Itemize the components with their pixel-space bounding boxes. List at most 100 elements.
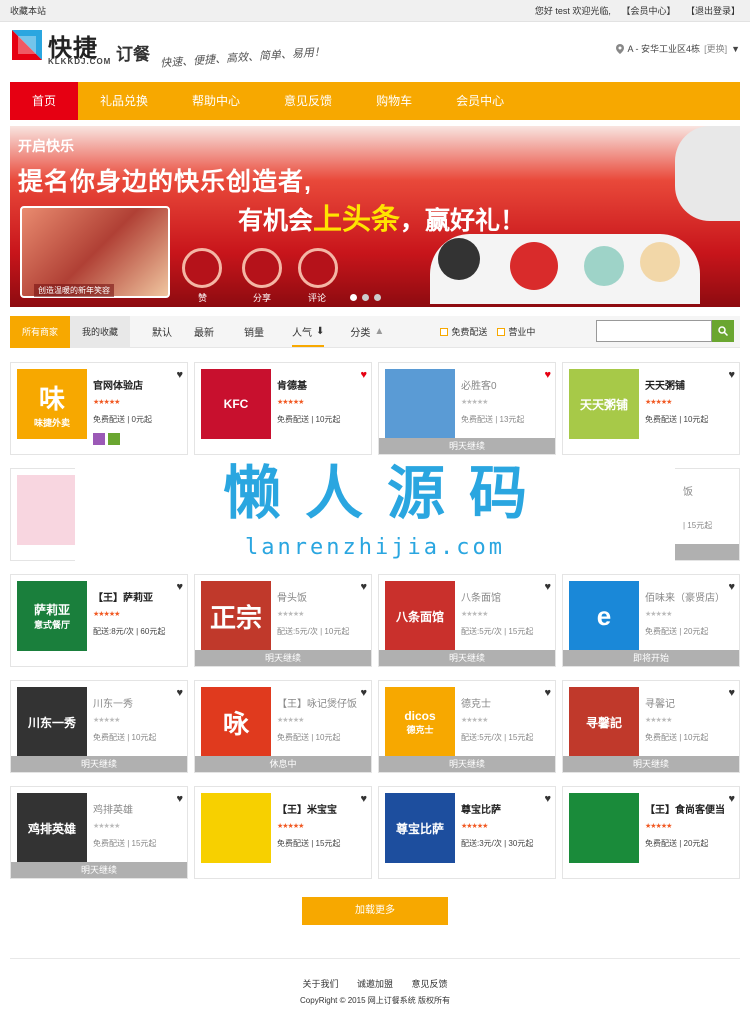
tab-all-shops[interactable]: 所有商家 bbox=[10, 315, 71, 348]
nav-help-center[interactable]: 帮助中心 bbox=[170, 82, 262, 120]
shop-name[interactable]: 【王】萨莉亚 bbox=[93, 589, 153, 604]
favorite-heart-icon[interactable]: ♥ bbox=[544, 581, 551, 593]
shop-card[interactable]: 寻馨記 寻馨记 ★★★★★ 免费配送 | 10元起 ♥ 明天继续 bbox=[562, 680, 740, 773]
nav-member-center[interactable]: 会员中心 bbox=[434, 82, 526, 120]
shop-card[interactable]: KFC 肯德基 ★★★★★ 免费配送 | 10元起 ♥ bbox=[194, 362, 372, 455]
location-selector[interactable]: A - 安华工业区4栋 [更换] ▼ bbox=[615, 42, 740, 55]
pager-dot[interactable] bbox=[350, 294, 357, 301]
favorite-heart-icon[interactable]: ♥ bbox=[728, 793, 735, 805]
like-label: 赞 bbox=[198, 293, 208, 303]
main-nav: 首页 礼品兑换 帮助中心 意见反馈 购物车 会员中心 bbox=[10, 82, 740, 120]
shop-card[interactable]: 川东一秀 川东一秀 ★★★★★ 免费配送 | 10元起 ♥ 明天继续 bbox=[10, 680, 188, 773]
shop-card[interactable]: e 佰味来（豪贤店） ★★★★★ 免费配送 | 20元起 ♥ 即将开始 bbox=[562, 574, 740, 667]
shop-card[interactable]: 八条面馆 八条面馆 ★★★★★ 配送:5元/次 | 15元起 ♥ 明天继续 bbox=[378, 574, 556, 667]
favorite-heart-icon[interactable]: ♥ bbox=[360, 793, 367, 805]
pager-dot[interactable] bbox=[362, 294, 369, 301]
tab-favorites[interactable]: 我的收藏 bbox=[70, 315, 131, 348]
banner-pager[interactable] bbox=[350, 294, 381, 301]
rating-stars-icon: ★★★★★ bbox=[645, 717, 672, 724]
member-center-link[interactable]: 【会员中心】 bbox=[621, 6, 675, 16]
nav-gift-exchange[interactable]: 礼品兑换 bbox=[78, 82, 170, 120]
comment-icon bbox=[298, 248, 338, 288]
sort-popularity[interactable]: 人气 ⬇ bbox=[292, 324, 325, 347]
nav-cart[interactable]: 购物车 bbox=[354, 82, 434, 120]
shop-logo: 咏 bbox=[201, 687, 271, 757]
shop-delivery-info: 配送:5元/次 | 15元起 bbox=[461, 733, 534, 742]
shop-logo-subtext: 意式餐厅 bbox=[33, 620, 70, 630]
search-button[interactable] bbox=[712, 320, 734, 342]
rating-stars-icon: ★★★★★ bbox=[93, 717, 120, 724]
favorite-heart-icon[interactable]: ♥ bbox=[728, 581, 735, 593]
open-now-checkbox[interactable]: 营业中 bbox=[497, 325, 535, 338]
caret-up-icon: ▲ bbox=[374, 326, 385, 337]
nav-home[interactable]: 首页 bbox=[10, 82, 79, 120]
bookmark-link[interactable]: 收藏本站 bbox=[10, 4, 46, 17]
favorite-heart-icon[interactable]: ♥ bbox=[544, 793, 551, 805]
favorite-heart-icon[interactable]: ♥ bbox=[728, 369, 735, 381]
shop-logo bbox=[385, 369, 455, 439]
shop-card[interactable]: 天天粥铺 天天粥铺 ★★★★★ 免费配送 | 10元起 ♥ bbox=[562, 362, 740, 455]
footer-link-about[interactable]: 关于我们 bbox=[302, 979, 338, 989]
shop-name[interactable]: 天天粥铺 bbox=[645, 377, 685, 392]
shop-status-banner: 明天继续 bbox=[563, 756, 739, 772]
shop-name[interactable]: 德克士 bbox=[461, 695, 491, 710]
shop-name[interactable]: 佰味来（豪贤店） bbox=[645, 589, 725, 604]
shop-delivery-info: 免费配送 | 15元起 bbox=[277, 839, 341, 848]
shop-card[interactable]: 萨莉亚 意式餐厅 【王】萨莉亚 ★★★★★ 配送:8元/次 | 60元起 ♥ bbox=[10, 574, 188, 667]
shop-card[interactable]: 必胜客0 ★★★★★ 免费配送 | 13元起 ♥ 明天继续 bbox=[378, 362, 556, 455]
search-input[interactable] bbox=[596, 320, 712, 342]
pager-dot[interactable] bbox=[374, 294, 381, 301]
shop-name[interactable]: 【王】食尚客便当 bbox=[645, 801, 725, 816]
favorite-heart-icon[interactable]: ♥ bbox=[176, 581, 183, 593]
shop-card[interactable]: 【王】食尚客便当 ★★★★★ 免费配送 | 20元起 ♥ bbox=[562, 786, 740, 879]
shop-name[interactable]: 寻馨记 bbox=[645, 695, 675, 710]
shop-card[interactable]: 正宗 骨头饭 ★★★★★ 配送:5元/次 | 10元起 ♥ 明天继续 bbox=[194, 574, 372, 667]
load-more-button[interactable]: 加载更多 bbox=[302, 897, 448, 925]
sort-sales[interactable]: 销量 bbox=[244, 324, 264, 339]
shop-card[interactable]: 咏 【王】咏记煲仔饭 ★★★★★ 免费配送 | 10元起 ♥ 休息中 bbox=[194, 680, 372, 773]
shop-name[interactable]: 川东一秀 bbox=[93, 695, 133, 710]
rating-stars-icon: ★★★★★ bbox=[277, 717, 304, 724]
rating-stars-icon: ★★★★★ bbox=[93, 823, 120, 830]
shop-card[interactable]: 鸡排英雄 鸡排英雄 ★★★★★ 免费配送 | 15元起 ♥ 明天继续 bbox=[10, 786, 188, 879]
sort-newest[interactable]: 最新 bbox=[194, 324, 214, 339]
favorite-heart-icon[interactable]: ♥ bbox=[728, 687, 735, 699]
favorite-heart-icon[interactable]: ♥ bbox=[544, 687, 551, 699]
favorite-heart-icon[interactable]: ♥ bbox=[360, 369, 367, 381]
favorite-heart-icon[interactable]: ♥ bbox=[176, 687, 183, 699]
shop-name[interactable]: 【王】米宝宝 bbox=[277, 801, 337, 816]
rating-stars-icon: ★★★★★ bbox=[461, 717, 488, 724]
rating-stars-icon: ★★★★★ bbox=[461, 399, 488, 406]
shop-delivery-info: 免费配送 | 10元起 bbox=[277, 415, 341, 424]
shop-name[interactable]: 【王】咏记煲仔饭 bbox=[277, 695, 357, 710]
footer-divider bbox=[10, 958, 740, 959]
favorite-heart-icon[interactable]: ♥ bbox=[360, 581, 367, 593]
shop-card[interactable]: 味味捷外卖 官网体验店 ★★★★★ 免费配送 | 0元起 ♥ bbox=[10, 362, 188, 455]
favorite-heart-icon[interactable]: ♥ bbox=[544, 369, 551, 381]
shop-name[interactable]: 鸡排英雄 bbox=[93, 801, 133, 816]
shop-name[interactable]: 必胜客0 bbox=[461, 377, 497, 392]
favorite-heart-icon[interactable]: ♥ bbox=[176, 793, 183, 805]
rating-stars-icon: ★★★★★ bbox=[93, 399, 120, 406]
sort-default[interactable]: 默认 bbox=[152, 324, 172, 339]
favorite-heart-icon[interactable]: ♥ bbox=[176, 369, 183, 381]
footer-link-join[interactable]: 诚邀加盟 bbox=[357, 979, 393, 989]
logout-link[interactable]: 【退出登录】 bbox=[686, 6, 740, 16]
shop-name[interactable]: 骨头饭 bbox=[277, 589, 307, 604]
shop-name[interactable]: 八条面馆 bbox=[461, 589, 501, 604]
promo-banner[interactable]: 开启快乐 提名你身边的快乐创造者, 有机会上头条，赢好礼！ 创造温暖的新年笑容 … bbox=[10, 126, 740, 307]
change-location-link[interactable]: [更换] bbox=[704, 42, 727, 55]
bracelet-image bbox=[675, 126, 740, 221]
free-delivery-checkbox[interactable]: 免费配送 bbox=[440, 325, 487, 338]
shop-card[interactable]: 尊宝比萨 尊宝比萨 ★★★★★ 配送:3元/次 | 30元起 ♥ bbox=[378, 786, 556, 879]
category-dropdown[interactable]: 分类 ▲ bbox=[350, 324, 384, 339]
shop-name[interactable]: 尊宝比萨 bbox=[461, 801, 501, 816]
shop-name[interactable]: 肯德基 bbox=[277, 377, 307, 392]
footer-link-feedback[interactable]: 意见反馈 bbox=[412, 979, 448, 989]
shop-name[interactable]: 官网体验店 bbox=[93, 377, 143, 392]
shop-card[interactable]: 【王】米宝宝 ★★★★★ 免费配送 | 15元起 ♥ bbox=[194, 786, 372, 879]
shop-card[interactable]: dicos 德克士 德克士 ★★★★★ 配送:5元/次 | 15元起 ♥ 明天继续 bbox=[378, 680, 556, 773]
top-bar: 收藏本站 您好 test 欢迎光临, 【会员中心】 【退出登录】 bbox=[0, 0, 750, 22]
favorite-heart-icon[interactable]: ♥ bbox=[360, 687, 367, 699]
nav-feedback[interactable]: 意见反馈 bbox=[262, 82, 354, 120]
